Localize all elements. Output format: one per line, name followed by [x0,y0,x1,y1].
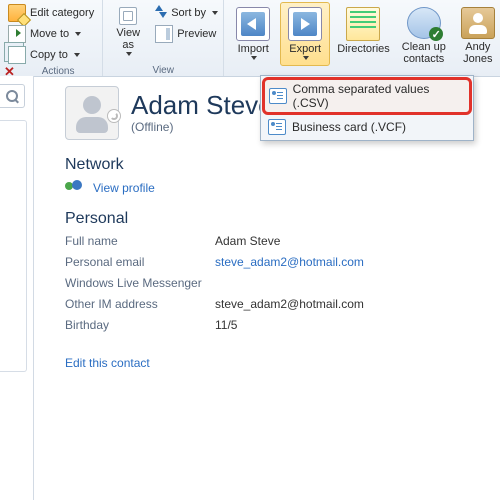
move-to-button[interactable]: Move to [4,24,98,44]
contact-avatar [65,86,119,140]
import-button[interactable]: Import [228,2,278,66]
edit-category-icon [8,4,26,22]
presence-offline-icon [107,109,121,123]
full-name-label: Full name [65,234,215,248]
chevron-down-icon [75,32,81,36]
user-avatar-icon [461,7,495,39]
personal-email-value[interactable]: steve_adam2@hotmail.com [215,255,490,269]
account-user-button[interactable]: Andy Jones [453,2,500,66]
export-vcf-item[interactable]: Business card (.VCF) [262,115,472,139]
personal-fields: Full name Adam Steve Personal email stev… [65,234,490,332]
cleanup-icon [407,7,441,39]
preview-button[interactable]: Preview [151,24,222,44]
directories-label: Directories [337,43,390,55]
preview-icon [155,25,173,43]
chevron-down-icon [303,56,309,60]
ribbon: Edit category Move to Copy to Actions Vi… [0,0,500,77]
preview-label: Preview [177,28,216,40]
ribbon-group-view: View as Sort by Preview View [103,0,224,76]
sort-by-label: Sort by [171,7,206,19]
full-name-value: Adam Steve [215,234,490,248]
import-label: Import [238,43,269,55]
import-icon [236,7,270,41]
copy-to-icon [8,46,26,64]
export-button[interactable]: Export [280,2,330,66]
copy-to-button[interactable]: Copy to [4,45,98,65]
contact-card-icon [269,88,287,104]
copy-to-label: Copy to [30,49,68,61]
sort-icon [155,5,167,21]
export-dropdown: Comma separated values (.CSV) Business c… [260,75,474,141]
view-as-label: View as [116,27,140,51]
account-user-label: Andy Jones [463,41,492,65]
move-to-label: Move to [30,28,69,40]
export-csv-item[interactable]: Comma separated values (.CSV) [262,77,472,115]
folder-tree[interactable] [0,120,27,372]
export-vcf-label: Business card (.VCF) [292,120,406,134]
search-icon [6,90,19,102]
chevron-down-icon [126,52,132,56]
edit-category-button[interactable]: Edit category [4,3,98,23]
network-buddy-icon [65,180,83,196]
view-profile-link[interactable]: View profile [93,181,155,195]
contact-name: Adam Steve [131,92,273,118]
move-to-icon [8,25,26,43]
cleanup-label: Clean up contacts [402,41,446,65]
contact-card-icon [268,119,286,135]
personal-section-title: Personal [65,210,490,228]
view-as-icon [119,7,137,25]
cleanup-contacts-button[interactable]: Clean up contacts [397,2,451,66]
chevron-down-icon [251,56,257,60]
other-im-label: Other IM address [65,297,215,311]
birthday-label: Birthday [65,318,215,332]
export-csv-label: Comma separated values (.CSV) [293,82,465,110]
directories-icon [346,7,380,41]
birthday-value: 11/5 [215,318,490,332]
edit-contact-link[interactable]: Edit this contact [65,356,490,370]
search-input[interactable] [0,84,25,108]
ribbon-group-tools: Import Export Directories Clean up conta… [224,0,500,76]
wlm-label: Windows Live Messenger [65,276,215,290]
wlm-value [215,276,490,290]
edit-category-label: Edit category [30,7,94,19]
sort-by-button[interactable]: Sort by [151,3,222,23]
chevron-down-icon [212,11,218,15]
contact-status: (Offline) [131,120,273,134]
view-as-button[interactable]: View as [107,2,149,64]
other-im-value: steve_adam2@hotmail.com [215,297,490,311]
personal-email-label: Personal email [65,255,215,269]
chevron-down-icon [74,53,80,57]
ribbon-group-actions: Edit category Move to Copy to Actions [0,0,103,76]
export-label: Export [289,43,321,55]
network-section-title: Network [65,156,490,174]
export-icon [288,7,322,41]
directories-button[interactable]: Directories [332,2,395,66]
group-label-view: View [107,64,219,78]
